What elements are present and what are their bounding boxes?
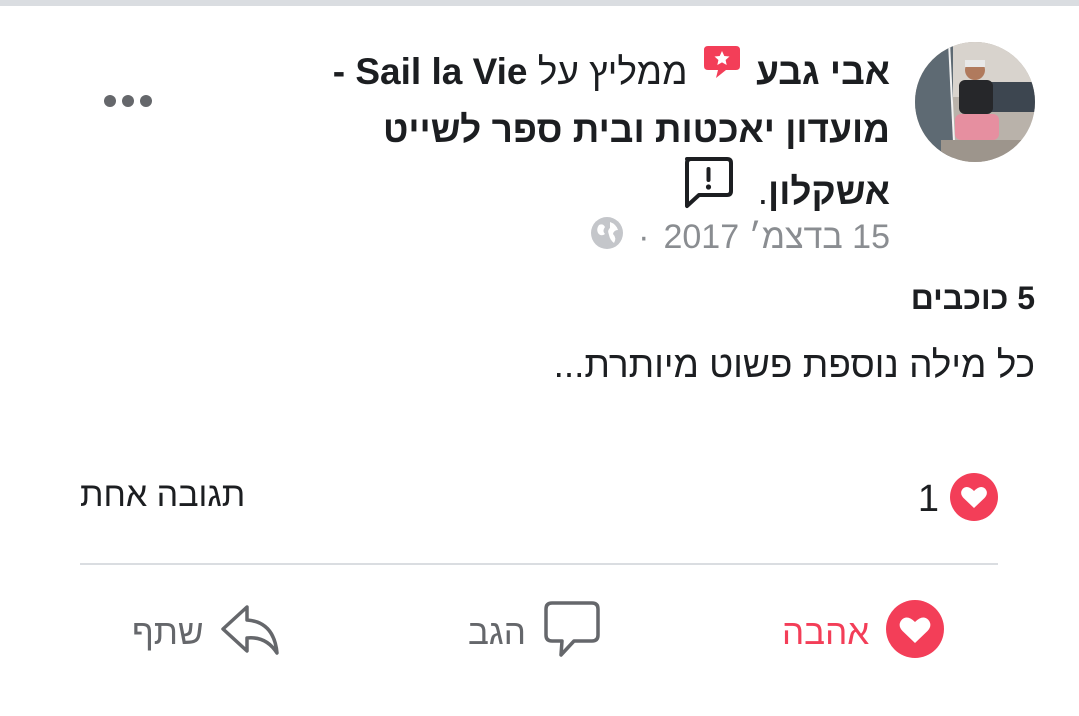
comments-count[interactable]: תגובה אחת: [80, 476, 245, 515]
rating-label: 5 כוכבים: [910, 280, 1035, 316]
more-dot: [122, 95, 134, 107]
author-name[interactable]: אבי גבע: [756, 51, 890, 92]
post-date[interactable]: 15 בדצמ׳ 2017: [663, 218, 890, 257]
author-avatar[interactable]: [915, 42, 1035, 162]
more-options-icon[interactable]: [96, 86, 160, 116]
share-icon: [220, 599, 280, 668]
post-meta: 15 בדצמ׳ 2017 ·: [590, 216, 890, 259]
divider: [80, 563, 998, 565]
recommends-text: ממליץ על: [537, 51, 688, 92]
love-button[interactable]: אהבה: [782, 598, 945, 668]
post-header: אבי גבע ממליץ על Sail la Vie - מועדון יא…: [270, 44, 890, 230]
more-dot: [140, 95, 152, 107]
heart-icon: [885, 599, 945, 668]
more-dot: [104, 95, 116, 107]
top-strip: [0, 0, 1079, 6]
love-label: אהבה: [782, 613, 870, 652]
reactions-summary[interactable]: 1: [918, 472, 999, 527]
globe-icon: [590, 216, 624, 259]
comment-label: הגב: [468, 613, 526, 652]
meta-separator: ·: [638, 218, 650, 256]
love-reaction-icon: [949, 472, 999, 527]
recommend-star-icon: [702, 40, 742, 96]
trailing-period: .: [757, 171, 769, 212]
share-label: שתף: [132, 613, 204, 652]
reactions-count: 1: [917, 478, 939, 520]
comment-button[interactable]: הגב: [468, 598, 602, 668]
review-text: כל מילה נוספת פשוט מיותרת...: [553, 344, 1035, 385]
share-button[interactable]: שתף: [132, 598, 280, 668]
comment-icon: [542, 599, 602, 668]
